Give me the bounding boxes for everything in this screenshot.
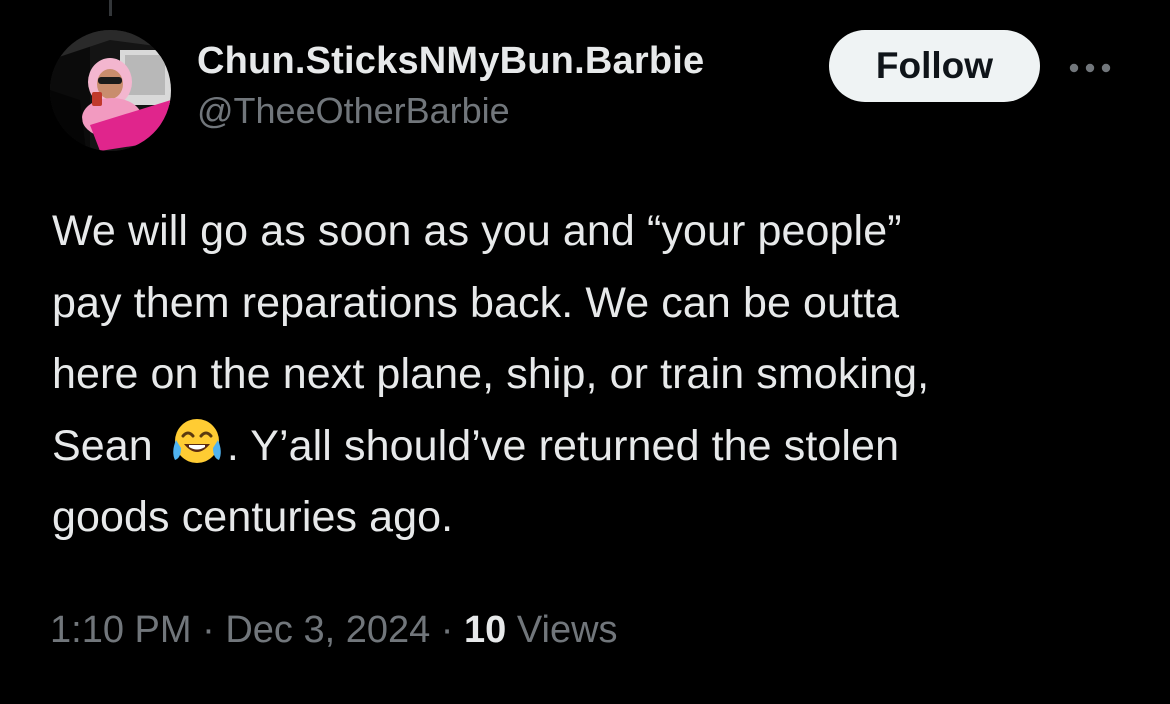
separator-dot: · <box>191 609 226 651</box>
more-options-button[interactable] <box>1066 50 1114 86</box>
face-with-tears-of-joy-icon <box>173 418 221 463</box>
thread-connector-line <box>109 0 112 16</box>
tweet-time[interactable]: 1:10 PM <box>50 609 192 651</box>
tweet-text-line: here on the next plane, ship, or train s… <box>52 350 930 398</box>
tweet-date[interactable]: Dec 3, 2024 <box>225 609 430 651</box>
tweet-text-line: pay them reparations back. We can be out… <box>52 278 900 327</box>
follow-button[interactable]: Follow <box>829 30 1040 102</box>
tweet-header: Chun.SticksNMyBun.Barbie @TheeOtherBarbi… <box>197 36 704 134</box>
tweet-text-line: goods centuries ago. <box>52 493 454 541</box>
avatar-image <box>50 30 171 151</box>
separator-dot: · <box>430 609 465 651</box>
tweet-text-line: We will go as soon as you and “your peop… <box>52 207 902 255</box>
tweet-text-segment: . Y’all should’ve returned the stolen <box>226 421 900 470</box>
tweet-text: We will go as soon as you and “your peop… <box>52 196 1142 554</box>
author-display-name[interactable]: Chun.SticksNMyBun.Barbie <box>197 36 704 86</box>
tweet-metadata: 1:10 PM · Dec 3, 2024 · 10 Views <box>50 604 618 656</box>
views-count[interactable]: 10 <box>464 609 506 651</box>
avatar[interactable] <box>50 30 171 151</box>
tweet-text-segment: Sean <box>52 421 165 470</box>
views-label[interactable]: Views <box>506 609 618 651</box>
author-handle[interactable]: @TheeOtherBarbie <box>197 88 704 134</box>
more-options-icon <box>1069 63 1111 73</box>
tweet-text-line: Sean . Y’all should’ve returned the stol… <box>52 411 1142 483</box>
